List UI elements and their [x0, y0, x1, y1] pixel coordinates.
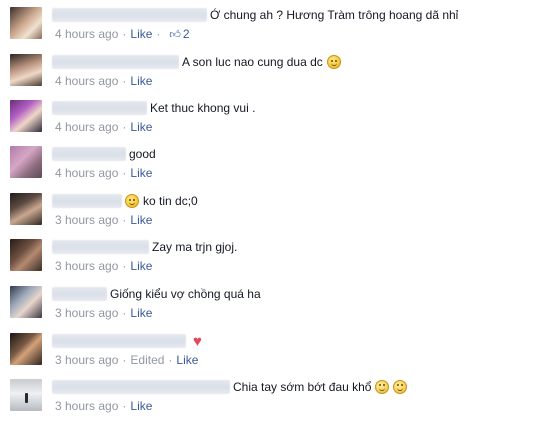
- comment-timestamp[interactable]: 3 hours ago: [55, 213, 118, 227]
- avatar[interactable]: [10, 193, 42, 225]
- avatar[interactable]: [10, 100, 42, 132]
- comment-text: ko tin dc;0: [143, 194, 198, 208]
- meta-separator: ·: [122, 353, 127, 367]
- meta-separator: ·: [122, 27, 127, 41]
- blurred-author-name[interactable]: [52, 287, 107, 301]
- comment-timestamp[interactable]: 4 hours ago: [55, 74, 118, 88]
- meta-separator: ·: [122, 259, 127, 273]
- comment-meta: 4 hours ago · Like: [55, 73, 152, 89]
- comment-text: good: [129, 147, 156, 161]
- comment-item: Chia tay sớm bớt đau khổ 3 hours ago · L…: [0, 375, 550, 419]
- smile-emoji-icon: [125, 194, 139, 208]
- blurred-author-name[interactable]: [52, 380, 230, 394]
- comment-meta: 3 hours ago · Like: [55, 258, 152, 274]
- meta-separator: ·: [122, 306, 127, 320]
- comment-timestamp[interactable]: 4 hours ago: [55, 27, 118, 41]
- comment-text: Ớ chung ah ? Hương Tràm trông hoang dã n…: [210, 8, 459, 22]
- like-link[interactable]: Like: [130, 120, 152, 134]
- comment-meta: 3 hours ago · Like: [55, 212, 152, 228]
- like-link[interactable]: Like: [130, 399, 152, 413]
- comment-item: A son luc nao cung dua dc 4 hours ago · …: [0, 50, 550, 94]
- meta-separator: ·: [122, 74, 127, 88]
- comment-list: Ớ chung ah ? Hương Tràm trông hoang dã n…: [0, 0, 550, 423]
- comment-timestamp[interactable]: 3 hours ago: [55, 399, 118, 413]
- comment-meta: 3 hours ago · Like: [55, 398, 152, 414]
- comment-body: Chia tay sớm bớt đau khổ: [52, 378, 408, 396]
- blurred-author-name[interactable]: [52, 334, 186, 348]
- comment-body: ♥: [52, 332, 202, 350]
- smile-emoji-icon: [326, 55, 341, 69]
- meta-separator: ·: [122, 399, 127, 413]
- comment-body: ko tin dc;0: [52, 192, 198, 210]
- comment-body: A son luc nao cung dua dc: [52, 53, 341, 71]
- comment-item: good 4 hours ago · Like: [0, 142, 550, 186]
- cry-emoji-icon: [375, 380, 390, 394]
- comment-meta: 3 hours ago · Edited · Like: [55, 352, 198, 368]
- comment-text: A son luc nao cung dua dc: [182, 55, 323, 69]
- comment-item: Ớ chung ah ? Hương Tràm trông hoang dã n…: [0, 3, 550, 47]
- like-link[interactable]: Like: [130, 213, 152, 227]
- comment-text: Ket thuc khong vui .: [150, 101, 256, 115]
- blurred-author-name[interactable]: [52, 240, 149, 254]
- edited-label[interactable]: Edited: [130, 353, 164, 367]
- comment-timestamp[interactable]: 3 hours ago: [55, 353, 118, 367]
- comment-item: Zay ma trjn gjoj. 3 hours ago · Like: [0, 235, 550, 279]
- avatar[interactable]: [10, 54, 42, 86]
- avatar[interactable]: [10, 239, 42, 271]
- comment-meta: 3 hours ago · Like: [55, 305, 152, 321]
- like-link[interactable]: Like: [130, 27, 152, 41]
- avatar[interactable]: [10, 7, 42, 39]
- comment-item: ko tin dc;0 3 hours ago · Like: [0, 189, 550, 233]
- meta-separator: ·: [122, 166, 127, 180]
- like-link[interactable]: Like: [130, 74, 152, 88]
- blurred-author-name[interactable]: [52, 147, 126, 161]
- thumbs-up-icon[interactable]: 👍︎: [169, 28, 181, 41]
- cry-emoji-icon: [393, 380, 408, 394]
- comment-item: Giống kiểu vợ chồng quá ha 3 hours ago ·…: [0, 282, 550, 326]
- like-link[interactable]: Like: [130, 166, 152, 180]
- avatar[interactable]: [10, 333, 42, 365]
- comment-item: Ket thuc khong vui . 4 hours ago · Like: [0, 96, 550, 140]
- comment-timestamp[interactable]: 3 hours ago: [55, 259, 118, 273]
- comment-text: Chia tay sớm bớt đau khổ: [233, 380, 372, 394]
- meta-separator: ·: [168, 353, 173, 367]
- like-link[interactable]: Like: [130, 259, 152, 273]
- blurred-author-name[interactable]: [52, 55, 179, 69]
- comment-body: Zay ma trjn gjoj.: [52, 238, 237, 256]
- comment-item: ♥ 3 hours ago · Edited · Like: [0, 329, 550, 373]
- comment-timestamp[interactable]: 4 hours ago: [55, 166, 118, 180]
- comment-body: Giống kiểu vợ chồng quá ha: [52, 285, 261, 303]
- like-count[interactable]: 2: [183, 27, 190, 41]
- comment-meta: 4 hours ago · Like: [55, 119, 152, 135]
- meta-separator: ·: [122, 120, 127, 134]
- comment-text: Zay ma trjn gjoj.: [152, 240, 238, 254]
- comment-meta: 4 hours ago · Like · 👍︎ 2: [55, 26, 190, 42]
- like-link[interactable]: Like: [176, 353, 198, 367]
- avatar[interactable]: [10, 379, 42, 411]
- blurred-author-name[interactable]: [52, 8, 207, 22]
- comment-body: Ớ chung ah ? Hương Tràm trông hoang dã n…: [52, 6, 458, 24]
- meta-separator: ·: [122, 213, 127, 227]
- blurred-author-name[interactable]: [52, 101, 147, 115]
- comment-timestamp[interactable]: 3 hours ago: [55, 306, 118, 320]
- comment-body: Ket thuc khong vui .: [52, 99, 255, 117]
- blurred-author-name[interactable]: [52, 194, 122, 208]
- comment-text: Giống kiểu vợ chồng quá ha: [110, 287, 261, 301]
- heart-emoji-icon: ♥: [193, 332, 202, 350]
- avatar[interactable]: [10, 146, 42, 178]
- avatar[interactable]: [10, 286, 42, 318]
- comment-timestamp[interactable]: 4 hours ago: [55, 120, 118, 134]
- comment-body: good: [52, 145, 156, 163]
- meta-separator: ·: [156, 27, 161, 41]
- like-link[interactable]: Like: [130, 306, 152, 320]
- comment-meta: 4 hours ago · Like: [55, 165, 152, 181]
